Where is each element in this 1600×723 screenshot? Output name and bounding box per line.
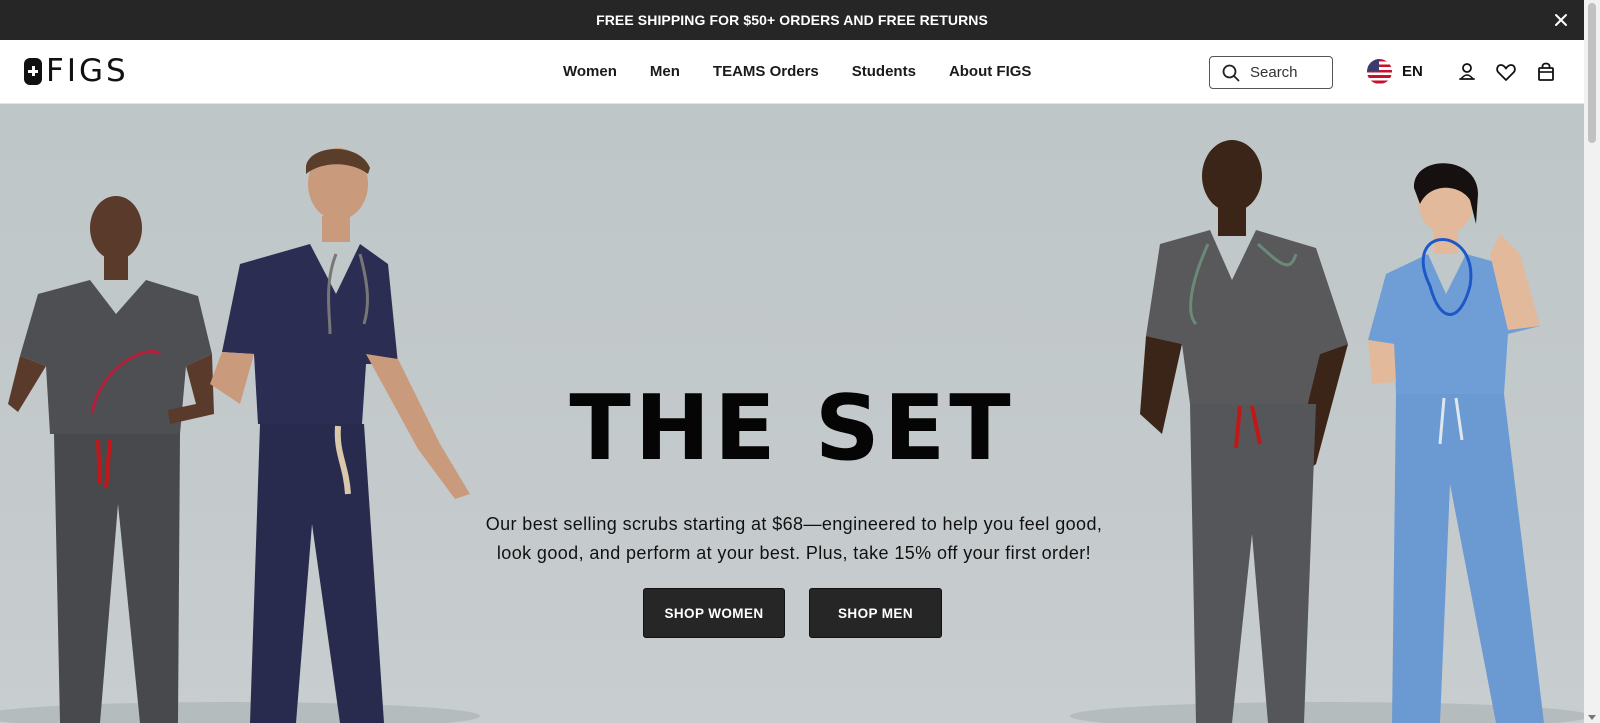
scrollbar-thumb[interactable] (1588, 3, 1596, 143)
us-flag-icon (1367, 59, 1392, 84)
figs-logo-badge-icon (24, 57, 42, 85)
search-box[interactable] (1209, 56, 1333, 89)
nav-about-figs[interactable]: About FIGS (949, 63, 1032, 80)
account-icon[interactable] (1456, 61, 1478, 83)
hero-description: Our best selling scrubs starting at $68—… (460, 510, 1128, 568)
language-selector[interactable]: EN (1367, 59, 1423, 84)
language-label: EN (1402, 63, 1423, 80)
hero-banner: THE SET Our best selling scrubs starting… (0, 104, 1584, 723)
page-scrollbar[interactable] (1584, 0, 1600, 723)
hero-description-line-1: Our best selling scrubs starting at $68—… (485, 514, 1103, 534)
main-nav: Women Men TEAMS Orders Students About FI… (563, 40, 1064, 103)
nav-men[interactable]: Men (650, 63, 680, 80)
shopping-bag-icon[interactable] (1535, 61, 1557, 83)
close-icon[interactable] (1552, 11, 1570, 29)
scroll-down-arrow-icon[interactable] (1588, 715, 1596, 720)
search-icon (1222, 64, 1240, 81)
shop-women-button[interactable]: SHOP WOMEN (643, 588, 785, 638)
nav-teams-orders[interactable]: TEAMS Orders (713, 63, 819, 80)
hero-title: THE SET (569, 376, 1015, 481)
logo-text: FIGS (46, 53, 129, 89)
nav-women[interactable]: Women (563, 63, 617, 80)
announcement-bar: FREE SHIPPING FOR $50+ ORDERS AND FREE R… (0, 0, 1584, 40)
figs-logo[interactable]: FIGS (24, 53, 129, 89)
heart-icon[interactable] (1495, 61, 1517, 83)
search-input[interactable] (1250, 64, 1330, 81)
shop-men-button[interactable]: SHOP MEN (809, 588, 942, 638)
announcement-text: FREE SHIPPING FOR $50+ ORDERS AND FREE R… (596, 12, 988, 28)
nav-students[interactable]: Students (852, 63, 916, 80)
site-header: FIGS Women Men TEAMS Orders Students Abo… (0, 40, 1584, 104)
hero-description-line-2: look good, and perform at your best. Plu… (496, 543, 1092, 563)
